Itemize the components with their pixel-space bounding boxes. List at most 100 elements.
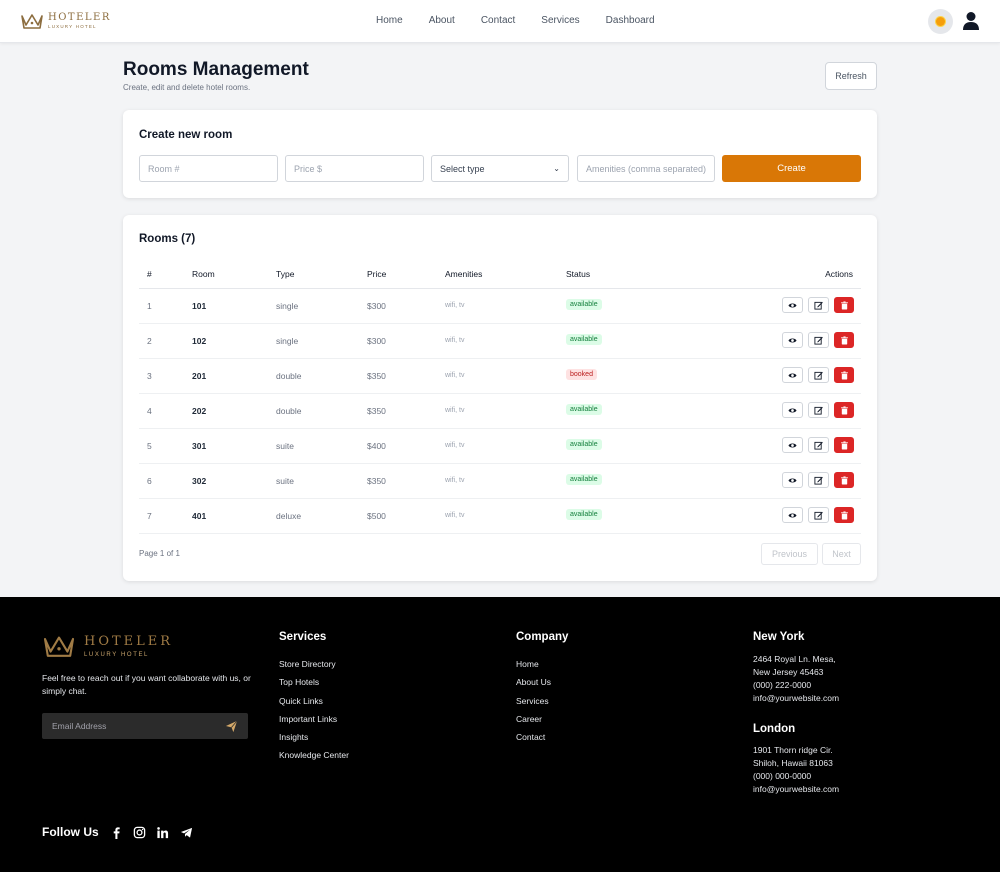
delete-button[interactable] — [834, 507, 854, 523]
amenities-input[interactable]: Amenities (comma separated) — [577, 155, 715, 182]
room-type-select[interactable]: Select type ⌄ — [431, 155, 569, 182]
page-title: Rooms Management — [123, 59, 309, 80]
email-link[interactable]: info@yourwebsite.com — [753, 783, 839, 796]
theme-toggle-button[interactable] — [928, 9, 953, 34]
footer-brand-logo[interactable]: HOTELER LUXURY HOTEL — [42, 632, 173, 660]
chevron-down-icon: ⌄ — [553, 164, 560, 173]
footer-link[interactable]: Services — [516, 696, 551, 714]
delete-button[interactable] — [834, 472, 854, 488]
sun-icon — [936, 17, 945, 26]
trash-icon — [840, 370, 849, 380]
room-price: $350 — [367, 406, 386, 416]
col-status: Status — [566, 269, 591, 279]
telegram-icon[interactable] — [180, 826, 193, 839]
brand-tagline: LUXURY HOTEL — [48, 23, 97, 29]
row-number: 2 — [147, 336, 152, 346]
price-input[interactable]: Price $ — [285, 155, 424, 182]
table-row: 2 102 single $300 wifi, tv available — [139, 324, 861, 359]
edit-button[interactable] — [808, 367, 829, 383]
page-subtitle: Create, edit and delete hotel rooms. — [123, 83, 251, 92]
footer-link[interactable]: Quick Links — [279, 696, 349, 714]
previous-page-button[interactable]: Previous — [761, 543, 818, 565]
view-button[interactable] — [782, 472, 803, 488]
nav-about[interactable]: About — [429, 15, 455, 26]
edit-button[interactable] — [808, 437, 829, 453]
footer-link[interactable]: Knowledge Center — [279, 750, 349, 768]
view-button[interactable] — [782, 332, 803, 348]
crown-icon — [43, 636, 75, 657]
room-number: 201 — [192, 371, 207, 381]
delete-button[interactable] — [834, 332, 854, 348]
delete-button[interactable] — [834, 297, 854, 313]
create-room-button[interactable]: Create — [722, 155, 861, 182]
create-room-title: Create new room — [139, 129, 233, 141]
room-type: single — [276, 301, 299, 311]
view-button[interactable] — [782, 437, 803, 453]
brand-logo[interactable]: HOTELER LUXURY HOTEL — [20, 11, 111, 31]
nav-dashboard[interactable]: Dashboard — [606, 15, 655, 26]
room-amenities: wifi, tv — [445, 302, 465, 309]
view-button[interactable] — [782, 402, 803, 418]
footer-brand-tagline: LUXURY HOTEL — [84, 652, 149, 658]
nav-services[interactable]: Services — [541, 15, 579, 26]
edit-button[interactable] — [808, 472, 829, 488]
delete-button[interactable] — [834, 402, 854, 418]
col-amenities: Amenities — [445, 269, 483, 279]
room-type: single — [276, 336, 299, 346]
eye-icon — [788, 511, 797, 520]
address-line: Shiloh, Hawaii 81063 — [753, 758, 833, 768]
room-amenities: wifi, tv — [445, 477, 465, 484]
edit-button[interactable] — [808, 297, 829, 313]
nav-contact[interactable]: Contact — [481, 15, 515, 26]
delete-button[interactable] — [834, 437, 854, 453]
linkedin-icon[interactable] — [156, 826, 169, 839]
footer-link[interactable]: Important Links — [279, 714, 349, 732]
email-link[interactable]: info@yourwebsite.com — [753, 692, 839, 705]
user-icon[interactable] — [962, 11, 980, 31]
edit-button[interactable] — [808, 332, 829, 348]
footer-link[interactable]: About Us — [516, 677, 551, 695]
edit-icon — [814, 441, 823, 450]
footer-description: Feel free to reach out if you want colla… — [42, 673, 251, 696]
footer-link[interactable]: Top Hotels — [279, 677, 349, 695]
nav-home[interactable]: Home — [376, 15, 403, 26]
room-price: $400 — [367, 441, 386, 451]
edit-icon — [814, 301, 823, 310]
page-info: Page 1 of 1 — [139, 549, 180, 558]
footer-link[interactable]: Store Directory — [279, 659, 349, 677]
status-badge: available — [566, 509, 602, 520]
email-field[interactable]: Email Address — [42, 713, 248, 739]
edit-button[interactable] — [808, 507, 829, 523]
facebook-icon[interactable] — [110, 826, 123, 839]
view-button[interactable] — [782, 367, 803, 383]
room-type-selected: Select type — [440, 163, 485, 174]
delete-button[interactable] — [834, 367, 854, 383]
top-navbar: HOTELER LUXURY HOTEL Home About Contact … — [0, 0, 1000, 43]
next-page-button[interactable]: Next — [822, 543, 861, 565]
room-price: $300 — [367, 336, 386, 346]
col-room: Room — [192, 269, 215, 279]
footer-link[interactable]: Insights — [279, 732, 349, 750]
footer: HOTELER LUXURY HOTEL Feel free to reach … — [0, 597, 1000, 872]
footer-link[interactable]: Career — [516, 714, 551, 732]
room-type: deluxe — [276, 511, 302, 521]
table-header: # Room Type Price Amenities Status Actio… — [139, 263, 861, 289]
refresh-button[interactable]: Refresh — [825, 62, 877, 90]
trash-icon — [840, 475, 849, 485]
send-icon[interactable] — [225, 720, 238, 733]
rooms-title: Rooms (7) — [139, 233, 196, 245]
room-amenities: wifi, tv — [445, 407, 465, 414]
edit-button[interactable] — [808, 402, 829, 418]
view-button[interactable] — [782, 297, 803, 313]
view-button[interactable] — [782, 507, 803, 523]
instagram-icon[interactable] — [133, 826, 146, 839]
row-number: 7 — [147, 511, 152, 521]
crown-icon — [21, 14, 43, 29]
london-title: London — [753, 723, 796, 735]
room-number-input[interactable]: Room # — [139, 155, 278, 182]
footer-link[interactable]: Contact — [516, 732, 551, 750]
table-row: 3 201 double $350 wifi, tv booked — [139, 359, 861, 394]
row-number: 1 — [147, 301, 152, 311]
footer-link[interactable]: Home — [516, 659, 551, 677]
follow-us-label: Follow Us — [42, 825, 99, 839]
